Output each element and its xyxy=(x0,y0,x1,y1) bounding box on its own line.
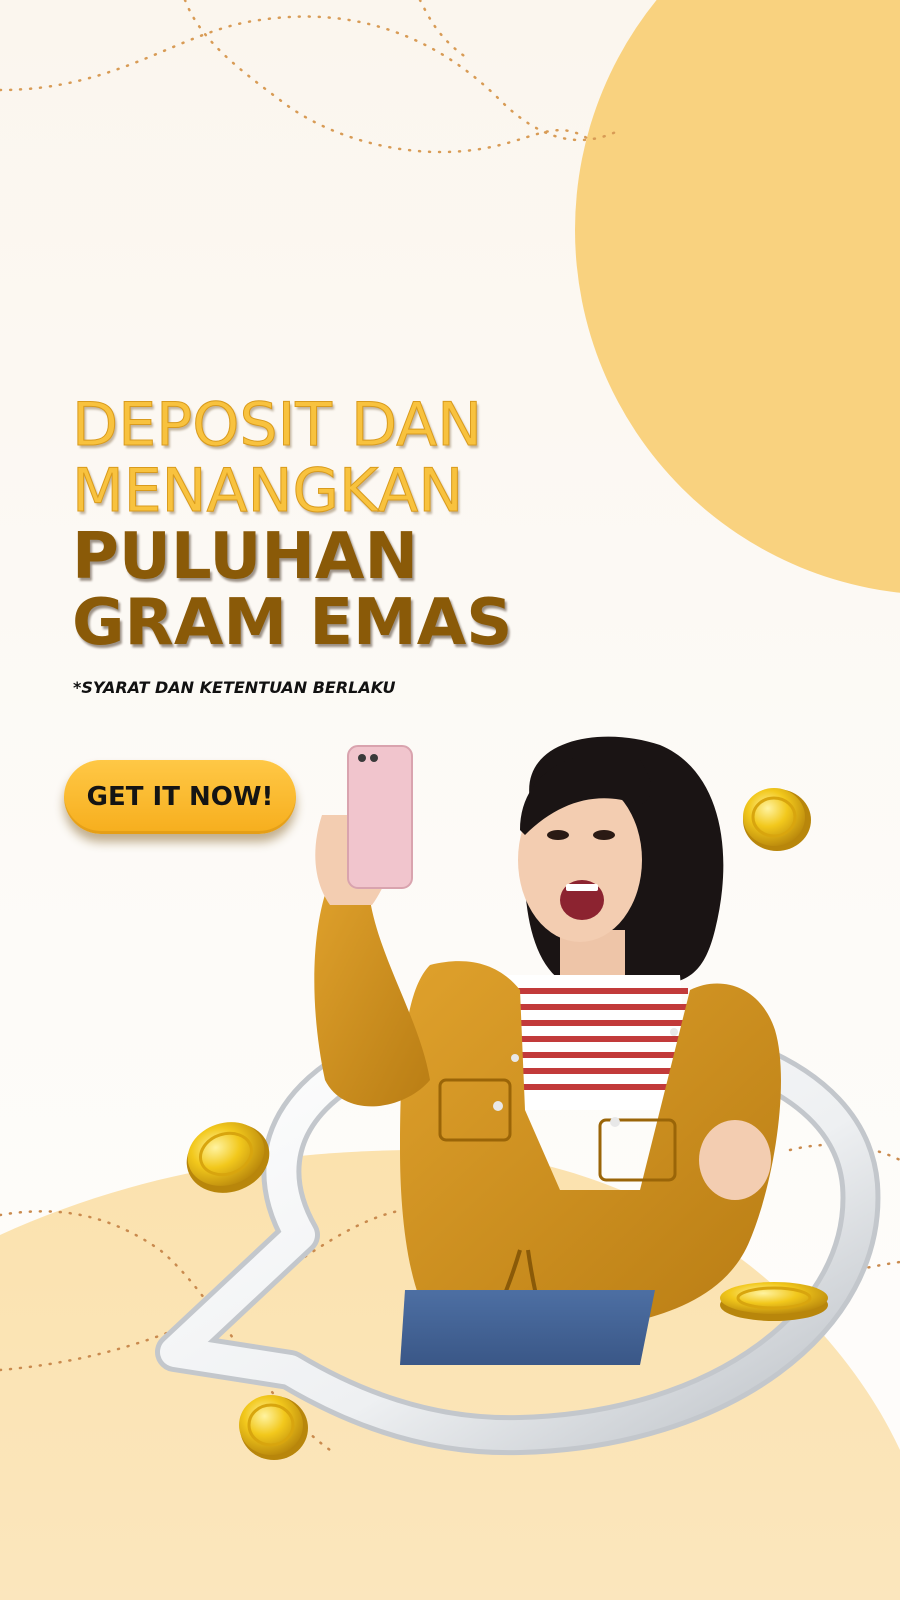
woman-arm-raised xyxy=(314,880,430,1107)
woman-jeans xyxy=(400,1290,655,1365)
gold-coin-icon xyxy=(239,1395,308,1460)
woman-shirt xyxy=(500,975,690,1110)
smartphone-icon xyxy=(347,745,413,889)
promo-banner: DEPOSIT DAN MENANGKAN PULUHAN GRAM EMAS … xyxy=(0,0,900,1600)
hero-illustration xyxy=(155,736,881,1460)
gold-coin-icon xyxy=(743,788,811,851)
woman-fist xyxy=(699,1120,771,1200)
gold-coin-icon xyxy=(720,1282,828,1321)
